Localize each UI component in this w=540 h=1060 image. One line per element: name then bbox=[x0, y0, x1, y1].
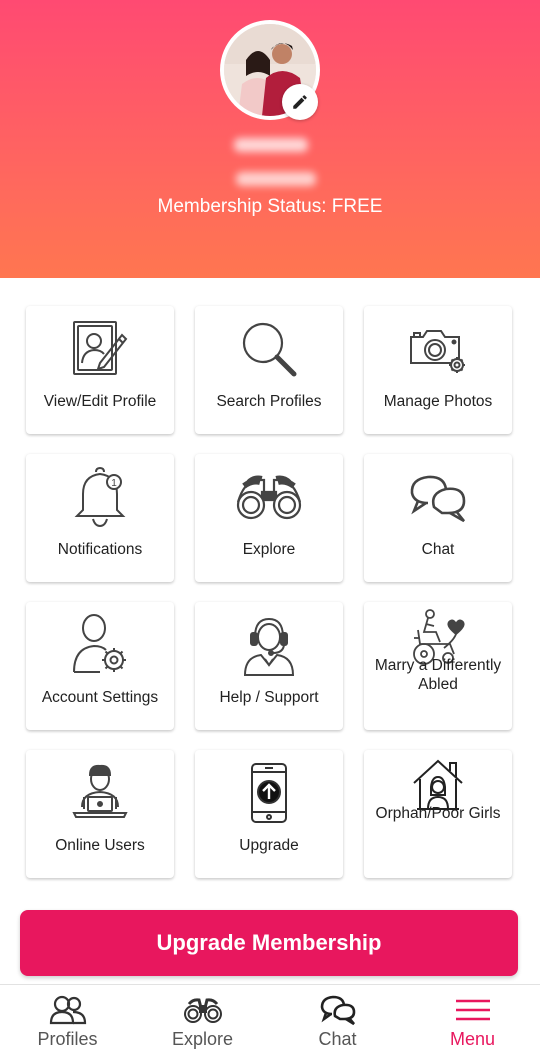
tile-manage-photos[interactable]: Manage Photos bbox=[364, 306, 512, 434]
tile-label: Upgrade bbox=[239, 837, 299, 854]
pencil-icon bbox=[293, 95, 307, 109]
user-laptop-icon bbox=[72, 764, 128, 818]
tile-label: Manage Photos bbox=[383, 393, 493, 410]
camera-gear-icon bbox=[410, 330, 465, 373]
menu-icon bbox=[455, 999, 490, 1021]
tile-view-edit-profile[interactable]: View/Edit Profile bbox=[26, 306, 174, 434]
membership-status-label: Membership Status: bbox=[157, 196, 332, 217]
tile-help-support[interactable]: Help / Support bbox=[195, 602, 343, 730]
tile-chat[interactable]: Chat bbox=[364, 454, 512, 582]
nav-label: Menu bbox=[449, 1029, 496, 1049]
blurred-name bbox=[234, 138, 308, 152]
tile-label: Notifications bbox=[57, 541, 143, 558]
tile-marry-differently-abled[interactable]: Marry a Differently Abled bbox=[364, 602, 512, 730]
nav-menu[interactable]: Menu bbox=[405, 985, 540, 1060]
tile-label: View/Edit Profile bbox=[43, 393, 157, 410]
nav-chat[interactable]: Chat bbox=[270, 985, 405, 1060]
edit-photo-button[interactable] bbox=[282, 84, 318, 120]
profile-edit-icon bbox=[73, 321, 128, 375]
nav-label: Explore bbox=[171, 1029, 234, 1049]
headset-agent-icon bbox=[243, 617, 295, 676]
tile-label: Search Profiles bbox=[216, 393, 322, 410]
binoculars-icon bbox=[183, 998, 222, 1023]
tile-label: Help / Support bbox=[219, 689, 319, 706]
tile-online-users[interactable]: Online Users bbox=[26, 750, 174, 878]
chat-bubbles-icon bbox=[410, 475, 466, 523]
tile-label: Explore bbox=[242, 541, 296, 558]
tile-label: Account Settings bbox=[41, 689, 159, 706]
chat-icon bbox=[320, 995, 355, 1026]
profiles-icon bbox=[49, 995, 86, 1025]
profile-header: Membership Status: FREE bbox=[0, 0, 540, 278]
tile-label: Marry a Differently Abled bbox=[374, 657, 502, 693]
nav-explore[interactable]: Explore bbox=[135, 985, 270, 1060]
user-gear-icon bbox=[73, 614, 126, 673]
tile-label: Chat bbox=[421, 541, 455, 558]
membership-status-value: FREE bbox=[331, 196, 383, 217]
tile-explore[interactable]: Explore bbox=[195, 454, 343, 582]
menu-grid: View/Edit Profile Search Profiles Manage… bbox=[26, 306, 514, 878]
tile-search-profiles[interactable]: Search Profiles bbox=[195, 306, 343, 434]
notification-badge-count: 1 bbox=[111, 478, 117, 489]
tile-notifications[interactable]: 1 Notifications bbox=[26, 454, 174, 582]
search-icon bbox=[242, 322, 297, 377]
tile-account-settings[interactable]: Account Settings bbox=[26, 602, 174, 730]
tile-orphan-poor-girls[interactable]: Orphan/Poor Girls bbox=[364, 750, 512, 878]
nav-label: Profiles bbox=[37, 1029, 98, 1049]
binoculars-icon bbox=[236, 475, 302, 520]
bell-icon: 1 bbox=[74, 466, 126, 528]
tile-label: Online Users bbox=[55, 837, 145, 854]
nav-profiles[interactable]: Profiles bbox=[0, 985, 135, 1060]
tile-label: Orphan/Poor Girls bbox=[375, 805, 501, 822]
blurred-id bbox=[236, 172, 316, 186]
upgrade-membership-button[interactable]: Upgrade Membership bbox=[20, 910, 518, 976]
nav-label: Chat bbox=[318, 1029, 357, 1049]
phone-upgrade-icon bbox=[251, 763, 287, 823]
bottom-navigation: Profiles Explore Chat Menu bbox=[0, 984, 540, 1060]
tile-upgrade[interactable]: Upgrade bbox=[195, 750, 343, 878]
membership-status: Membership Status: FREE bbox=[0, 196, 540, 218]
